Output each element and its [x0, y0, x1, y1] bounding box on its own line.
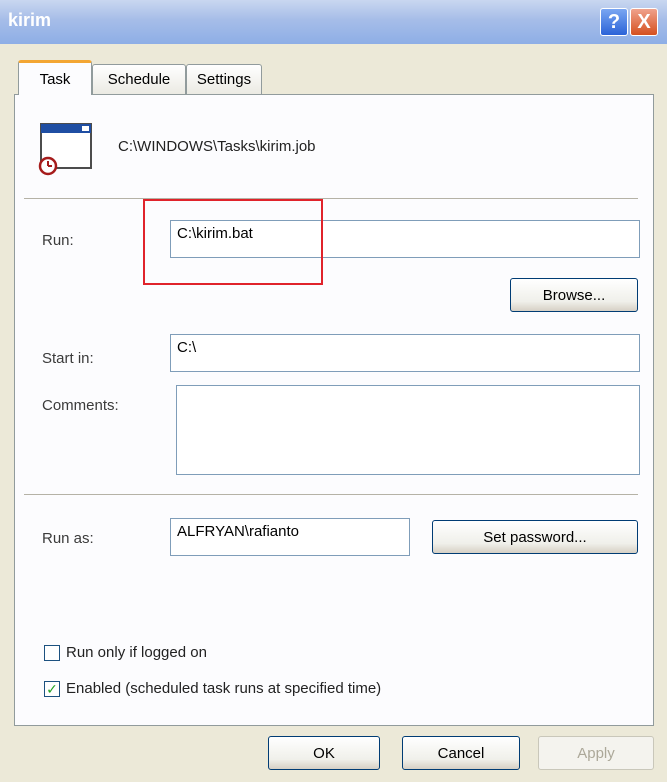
highlight-annotation [143, 199, 323, 285]
close-icon: X [637, 10, 651, 33]
help-icon: ? [607, 10, 621, 33]
run-only-logged-on-label: Run only if logged on [66, 644, 207, 661]
title-bar: kirim ? X [0, 0, 667, 44]
window-title: kirim [8, 10, 52, 30]
cancel-button[interactable]: Cancel [402, 736, 520, 770]
job-path: C:\WINDOWS\Tasks\kirim.job [118, 138, 316, 155]
browse-button[interactable]: Browse... [510, 278, 638, 312]
run-label: Run: [42, 232, 74, 249]
ok-button[interactable]: OK [268, 736, 380, 770]
comments-field[interactable] [176, 385, 640, 475]
start-in-label: Start in: [42, 350, 94, 367]
tab-schedule[interactable]: Schedule [92, 64, 186, 94]
divider [24, 198, 638, 199]
divider [24, 494, 638, 495]
comments-label: Comments: [42, 397, 119, 414]
set-password-button[interactable]: Set password... [432, 520, 638, 554]
close-button[interactable]: X [630, 8, 658, 36]
checkmark-icon: ✓ [46, 681, 58, 697]
enabled-label: Enabled (scheduled task runs at specifie… [66, 680, 382, 697]
tab-task[interactable]: Task [18, 60, 92, 95]
run-only-logged-on-checkbox[interactable] [44, 645, 60, 661]
tab-settings[interactable]: Settings [186, 64, 262, 94]
run-as-label: Run as: [42, 530, 94, 547]
apply-button[interactable]: Apply [538, 736, 654, 770]
enabled-checkbox[interactable]: ✓ [44, 681, 60, 697]
run-as-field[interactable]: ALFRYAN\rafianto [170, 518, 410, 556]
help-button[interactable]: ? [600, 8, 628, 36]
scheduled-task-icon [38, 123, 92, 176]
start-in-field[interactable]: C:\ [170, 334, 640, 372]
